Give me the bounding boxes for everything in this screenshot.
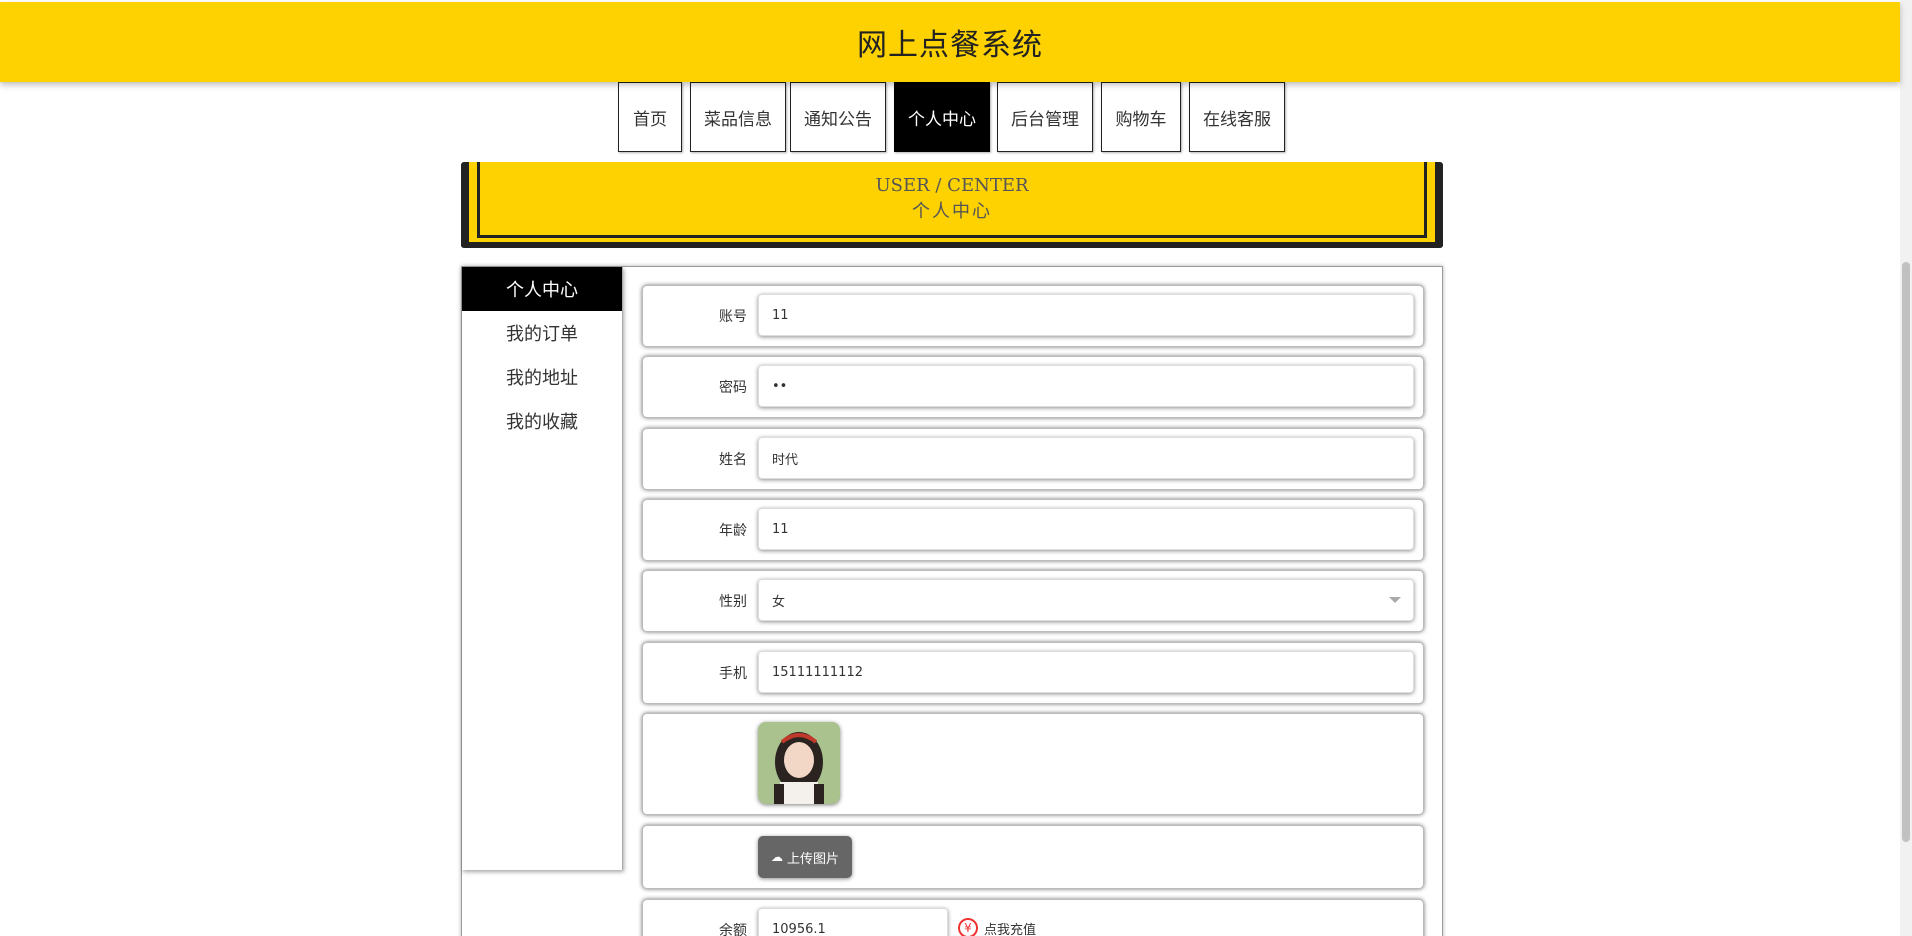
- banner-title-cn: 个人中心: [912, 200, 992, 222]
- nav-notices[interactable]: 通知公告: [790, 82, 886, 152]
- side-item-user-center[interactable]: 个人中心: [462, 267, 622, 311]
- balance-label: 余额: [719, 923, 747, 936]
- site-title: 网上点餐系统: [857, 28, 1043, 63]
- cloud-upload-icon: ☁: [770, 850, 783, 864]
- password-label: 密码: [719, 380, 747, 396]
- form-row-name: 姓名 时代: [642, 428, 1424, 490]
- section-banner: USER / CENTER 个人中心: [461, 162, 1443, 248]
- chevron-down-icon: [1389, 597, 1401, 603]
- upload-image-label: 上传图片: [786, 851, 839, 867]
- nav-support[interactable]: 在线客服: [1189, 82, 1285, 152]
- nav-dishes[interactable]: 菜品信息: [690, 82, 786, 152]
- page: 网上点餐系统 首页 菜品信息 通知公告 个人中心 后台管理 购物车 在线客服 U…: [0, 0, 1912, 936]
- balance-input[interactable]: 10956.1: [758, 908, 948, 936]
- form-row-balance: 余额 10956.1 ¥ 点我充值: [642, 899, 1424, 936]
- recharge-link[interactable]: ¥ 点我充值: [958, 918, 1036, 936]
- age-label: 年龄: [719, 523, 747, 539]
- banner-title-en: USER / CENTER: [875, 174, 1029, 196]
- nav-user-center[interactable]: 个人中心: [894, 82, 990, 152]
- avatar-image: [758, 722, 840, 804]
- page-scrollbar[interactable]: [1900, 0, 1912, 936]
- gender-select-value: 女: [772, 594, 786, 610]
- account-input[interactable]: 11: [758, 294, 1414, 336]
- name-label: 姓名: [719, 452, 747, 468]
- site-header: 网上点餐系统: [0, 2, 1900, 82]
- side-item-favorites[interactable]: 我的收藏: [462, 399, 622, 443]
- name-input[interactable]: 时代: [758, 437, 1414, 479]
- banner-inner: USER / CENTER 个人中心: [477, 162, 1427, 238]
- form-row-upload: ☁ 上传图片: [642, 825, 1424, 889]
- form-row-age: 年龄 11: [642, 499, 1424, 561]
- side-menu: 个人中心 我的订单 我的地址 我的收藏: [462, 267, 623, 870]
- avatar: [758, 722, 840, 804]
- account-label: 账号: [719, 309, 747, 325]
- nav-home[interactable]: 首页: [618, 82, 682, 152]
- phone-input[interactable]: 15111111112: [758, 651, 1414, 693]
- yen-icon: ¥: [958, 918, 978, 936]
- age-input[interactable]: 11: [758, 508, 1414, 550]
- main-nav: 首页 菜品信息 通知公告 个人中心 后台管理 购物车 在线客服: [0, 82, 1900, 152]
- nav-cart[interactable]: 购物车: [1101, 82, 1181, 152]
- password-input[interactable]: ••: [758, 365, 1414, 407]
- form-row-avatar: [642, 713, 1424, 815]
- form-row-account: 账号 11: [642, 285, 1424, 347]
- form-row-password: 密码 ••: [642, 356, 1424, 418]
- user-center-panel: 个人中心 我的订单 我的地址 我的收藏 账号 11 密码 •• 姓名 时代 年龄…: [461, 266, 1443, 936]
- form-row-phone: 手机 15111111112: [642, 642, 1424, 704]
- gender-label: 性别: [719, 594, 747, 610]
- phone-label: 手机: [719, 666, 747, 682]
- nav-admin[interactable]: 后台管理: [997, 82, 1093, 152]
- side-item-addresses[interactable]: 我的地址: [462, 355, 622, 399]
- gender-select[interactable]: 女: [758, 579, 1414, 621]
- side-item-orders[interactable]: 我的订单: [462, 311, 622, 355]
- upload-image-button[interactable]: ☁ 上传图片: [758, 836, 852, 878]
- form-row-gender: 性别 女: [642, 570, 1424, 632]
- recharge-label: 点我充值: [984, 922, 1037, 936]
- scrollbar-thumb[interactable]: [1902, 262, 1910, 842]
